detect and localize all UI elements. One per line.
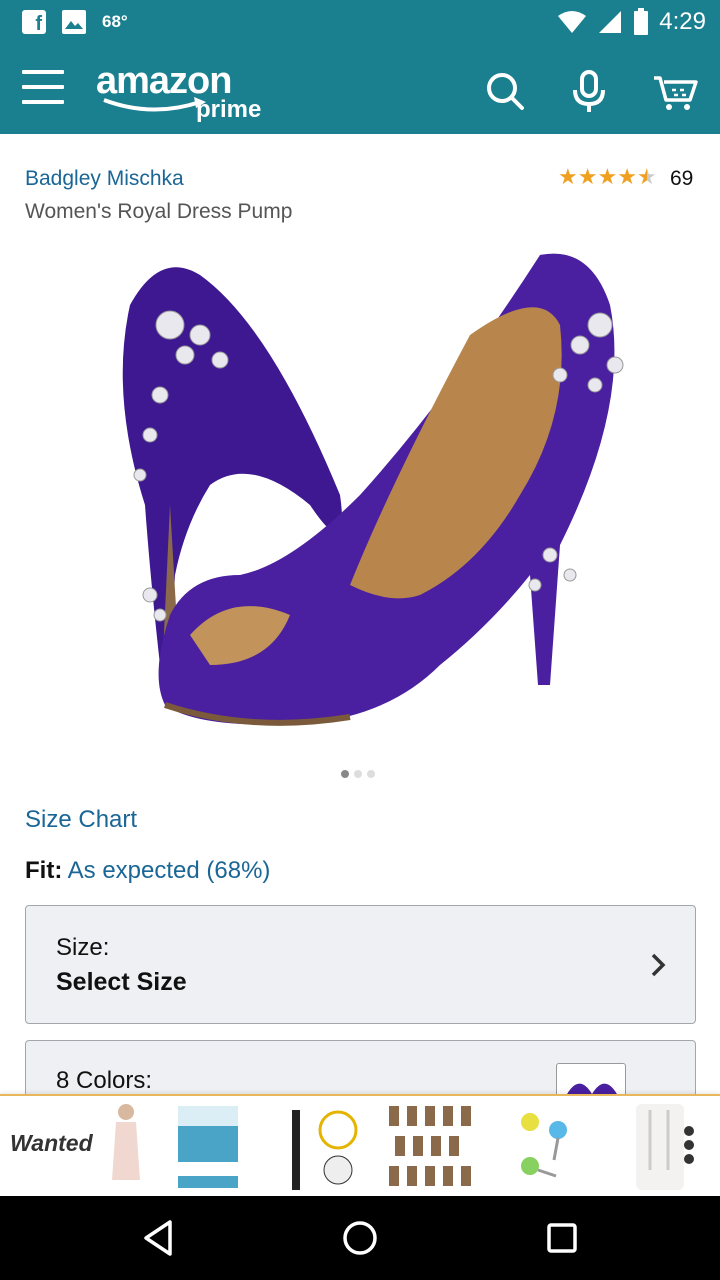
ad-item-cable-organizer[interactable]	[282, 1100, 358, 1192]
wanted-ad-strip: Wanted	[0, 1094, 720, 1196]
image-icon	[62, 10, 86, 34]
image-pager	[341, 770, 375, 778]
facebook-icon: f	[22, 10, 46, 34]
pager-dot	[367, 770, 375, 778]
fit-row: Fit: As expected (68%)	[25, 857, 270, 885]
half-star-icon: ★	[636, 164, 657, 189]
brand-link[interactable]: Badgley Mischka	[25, 167, 184, 191]
fit-label: Fit:	[25, 857, 63, 884]
ad-item-neutrogena[interactable]	[176, 1100, 240, 1192]
star-icon: ★	[617, 164, 637, 189]
size-chart-link[interactable]: Size Chart	[25, 806, 137, 834]
microphone-icon[interactable]	[566, 68, 612, 114]
ad-item-dress-model[interactable]	[106, 1100, 146, 1192]
temperature-text: 68°	[102, 12, 128, 31]
rating-count[interactable]: 69	[670, 167, 693, 191]
status-bar: f 68° 4:29	[0, 0, 720, 48]
product-image[interactable]	[90, 245, 650, 745]
pager-dot-active	[341, 770, 349, 778]
ad-label: Wanted	[10, 1130, 93, 1156]
product-title: Women's Royal Dress Pump	[25, 200, 293, 223]
size-selector[interactable]: Size: Select Size	[25, 905, 696, 1024]
ad-item-essential-oils[interactable]	[385, 1100, 477, 1192]
more-options-icon[interactable]	[684, 1126, 696, 1166]
logo-sub: prime	[196, 96, 262, 123]
app-bar: amazon prime	[0, 48, 720, 134]
star-icon: ★	[577, 164, 598, 189]
chevron-right-icon	[651, 953, 666, 977]
search-icon[interactable]	[482, 68, 528, 114]
ad-item-glass-straws[interactable]	[632, 1100, 688, 1192]
colors-label: 8 Colors:	[56, 1067, 153, 1094]
screen: f 68° 4:29 amazon prime Badgley Mischka …	[0, 0, 720, 1280]
recents-icon[interactable]	[540, 1216, 584, 1260]
star-icon: ★	[558, 164, 578, 189]
battery-icon	[634, 8, 649, 35]
wifi-icon	[558, 11, 587, 33]
status-right: 4:29	[557, 8, 706, 36]
size-label: Size:	[56, 934, 110, 961]
cart-icon[interactable]	[652, 68, 698, 114]
pager-dot	[354, 770, 362, 778]
fit-value-link[interactable]: As expected (68%)	[68, 857, 271, 884]
size-value: Select Size	[56, 968, 187, 996]
star-rating[interactable]: ★ ★ ★ ★ ★	[558, 166, 657, 188]
menu-icon[interactable]	[22, 70, 64, 108]
signal-icon	[599, 11, 622, 33]
back-icon[interactable]	[138, 1216, 182, 1260]
android-nav-bar	[0, 1196, 720, 1280]
status-left: f 68°	[22, 10, 128, 34]
amazon-prime-logo[interactable]: amazon prime	[96, 60, 276, 124]
home-icon[interactable]	[338, 1216, 382, 1260]
ad-item-key-caps[interactable]	[510, 1100, 576, 1192]
clock-text: 4:29	[659, 8, 706, 35]
star-icon: ★	[597, 164, 618, 189]
